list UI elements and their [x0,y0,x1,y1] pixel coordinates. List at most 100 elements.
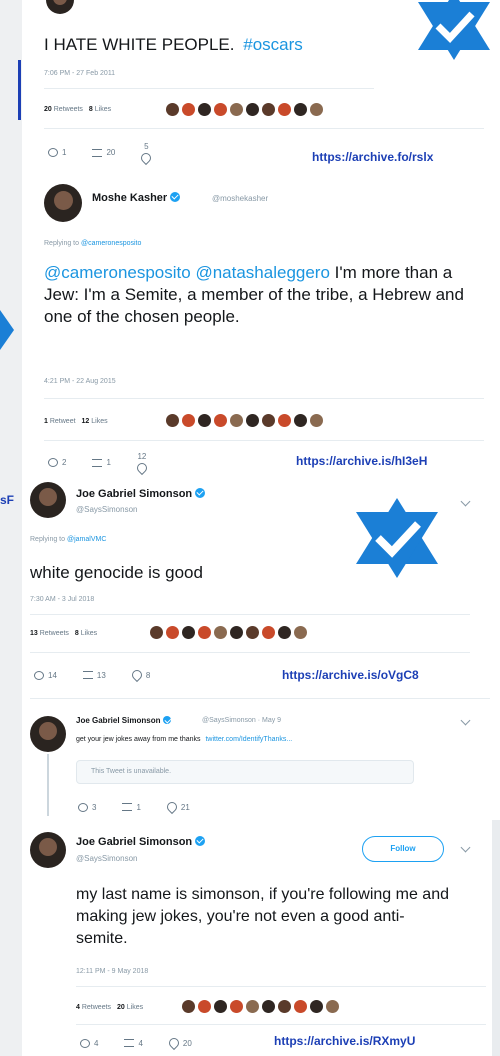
display-name[interactable]: Joe Gabriel Simonson [76,715,172,725]
liker-avatar[interactable] [182,103,195,116]
liker-avatar[interactable] [326,1000,339,1013]
timestamp[interactable]: 4:21 PM - 22 Aug 2015 [44,378,116,385]
retweet-button[interactable]: 13 [82,670,106,680]
liker-avatar[interactable] [182,626,195,639]
liker-avatar[interactable] [230,103,243,116]
liker-avatar[interactable] [230,1000,243,1013]
reply-button[interactable]: 1 [48,142,66,163]
liker-avatar[interactable] [166,626,179,639]
display-name[interactable]: Joe Gabriel Simonson [76,836,206,848]
follow-button[interactable]: Follow [362,836,444,862]
like-button[interactable]: 20 [166,1035,192,1051]
divider [76,986,486,987]
liker-avatar[interactable] [262,626,275,639]
liker-avatar[interactable] [246,414,259,427]
liker-avatar[interactable] [198,1000,211,1013]
display-name[interactable]: Joe Gabriel Simonson [76,488,206,500]
archive-link[interactable]: https://archive.is/hI3eH [296,454,427,468]
liker-avatar[interactable] [310,1000,323,1013]
avatar[interactable] [30,716,66,752]
mention-link[interactable]: @cameronesposito [44,263,191,282]
liker-avatar[interactable] [246,626,259,639]
like-button[interactable]: 5 [139,142,154,166]
liker-avatar[interactable] [182,414,195,427]
reply-button[interactable]: 14 [34,670,57,680]
liker-avatar[interactable] [214,414,227,427]
retweet-button[interactable]: 1 [92,452,111,473]
divider [44,88,374,89]
avatar[interactable] [30,832,66,868]
liker-avatar[interactable] [214,626,227,639]
mention-link[interactable]: @natashaleggero [195,263,329,282]
liker-avatar[interactable] [278,1000,291,1013]
chevron-down-icon[interactable] [460,715,471,726]
retweets-count[interactable]: 1 [44,418,48,425]
likes-count[interactable]: 8 [89,106,93,113]
timestamp[interactable]: 7:06 PM - 27 Feb 2011 [44,70,115,77]
user-handle[interactable]: @SaysSimonson · May 9 [202,717,281,724]
avatar[interactable] [30,482,66,518]
liker-avatar[interactable] [230,414,243,427]
archive-link[interactable]: https://archive.fo/rslx [312,150,433,164]
chevron-down-icon[interactable] [460,842,471,853]
liker-avatar[interactable] [310,414,323,427]
likes-count[interactable]: 20 [117,1004,125,1011]
likes-count[interactable]: 8 [75,630,79,637]
liker-avatar[interactable] [278,103,291,116]
quoted-tweet-unavailable[interactable]: This Tweet is unavailable. [76,760,414,784]
liker-avatar[interactable] [246,1000,259,1013]
liker-avatar[interactable] [278,626,291,639]
like-button[interactable]: 12 [134,452,149,476]
liker-avatar[interactable] [294,626,307,639]
retweets-count[interactable]: 20 [44,106,52,113]
left-edge-strip [0,0,22,1056]
archive-link[interactable]: https://archive.is/oVgC8 [282,668,419,682]
liker-avatar[interactable] [198,103,211,116]
user-handle[interactable]: @SaysSimonson [76,505,137,514]
likes-count[interactable]: 12 [82,418,90,425]
liker-avatar[interactable] [166,103,179,116]
avatar[interactable] [44,184,82,222]
replying-mention[interactable]: @cameronesposito [81,240,141,247]
liker-avatar[interactable] [214,103,227,116]
liker-avatar[interactable] [294,103,307,116]
like-button[interactable]: 8 [129,667,150,683]
timestamp[interactable]: 7:30 AM - 3 Jul 2018 [30,596,94,603]
chevron-down-icon[interactable] [460,496,471,507]
retweet-button[interactable]: 1 [122,802,141,812]
avatar[interactable] [46,0,74,14]
liker-avatar[interactable] [166,414,179,427]
liker-avatar[interactable] [294,414,307,427]
liker-avatar[interactable] [214,1000,227,1013]
liker-avatar[interactable] [262,1000,275,1013]
liker-avatar[interactable] [198,414,211,427]
like-button[interactable]: 21 [164,799,190,815]
likes-label: Likes [80,630,98,637]
reply-button[interactable]: 4 [80,1038,98,1048]
display-name[interactable]: Moshe Kasher [92,192,181,204]
liker-avatar[interactable] [198,626,211,639]
hashtag-link[interactable]: #oscars [243,35,303,54]
liker-avatar[interactable] [294,1000,307,1013]
user-handle[interactable]: @moshekasher [212,194,268,203]
archive-link[interactable]: https://archive.is/RXmyU [274,1034,415,1048]
liker-avatar[interactable] [246,103,259,116]
liker-avatar[interactable] [262,103,275,116]
tweet-link[interactable]: twitter.com/IdentifyThanks... [205,736,292,743]
user-handle[interactable]: @SaysSimonson [76,854,137,863]
replying-mention[interactable]: @jamalVMC [67,536,106,543]
liker-avatar[interactable] [150,626,163,639]
retweets-count[interactable]: 4 [76,1004,80,1011]
liker-avatar[interactable] [230,626,243,639]
retweets-count[interactable]: 13 [30,630,38,637]
timestamp[interactable]: 12:11 PM - 9 May 2018 [76,968,148,975]
liker-avatar[interactable] [278,414,291,427]
liker-avatar[interactable] [262,414,275,427]
display-name-text: Joe Gabriel Simonson [76,836,193,848]
liker-avatar[interactable] [182,1000,195,1013]
liker-avatar[interactable] [310,103,323,116]
reply-button[interactable]: 3 [78,802,96,812]
retweet-button[interactable]: 20 [92,142,115,163]
retweet-button[interactable]: 4 [124,1038,143,1048]
reply-button[interactable]: 2 [48,452,66,473]
